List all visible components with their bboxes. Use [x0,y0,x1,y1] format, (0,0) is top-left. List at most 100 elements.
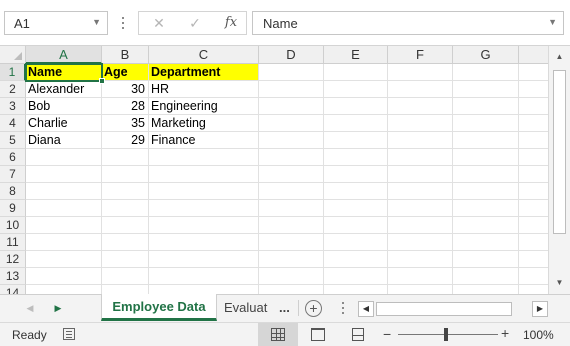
page-layout-view-button[interactable] [298,323,338,346]
tab-evaluation[interactable]: Evaluat ... [224,295,299,321]
cell-c2[interactable]: HR [149,81,259,98]
chevron-down-icon[interactable]: ▼ [548,17,557,27]
prev-sheet-icon[interactable]: ◀ [22,301,38,315]
grid-cell[interactable] [324,200,388,217]
row-header-6[interactable]: 6 [0,149,26,166]
grid-cell[interactable] [519,251,548,268]
grid-cell[interactable] [453,64,519,81]
enter-icon[interactable]: ✓ [183,14,207,32]
grid-cell[interactable] [324,183,388,200]
grid-cell[interactable] [453,132,519,149]
column-header-c[interactable]: C [149,46,259,64]
grid-cell[interactable] [519,268,548,285]
grid-cell[interactable] [149,183,259,200]
grid-cell[interactable] [324,285,388,294]
grid-cell[interactable] [324,132,388,149]
grid-cell[interactable] [102,251,149,268]
cell-c3[interactable]: Engineering [149,98,259,115]
grid-cell[interactable] [453,81,519,98]
cell-a5[interactable]: Diana [26,132,102,149]
grid-cell[interactable] [519,132,548,149]
column-header-e[interactable]: E [324,46,388,64]
grid-cell[interactable] [388,285,453,294]
grid-cell[interactable] [26,149,102,166]
grid-cell[interactable] [102,234,149,251]
page-break-preview-button[interactable] [338,323,378,346]
grid-cell[interactable] [259,98,324,115]
grid-cell[interactable] [453,115,519,132]
grid-cell[interactable] [102,268,149,285]
grid-cell[interactable] [324,64,388,81]
column-header-b[interactable]: B [102,46,149,64]
grid-cell[interactable] [388,132,453,149]
grid-cell[interactable] [26,200,102,217]
triangle-right-icon[interactable]: ▶ [532,301,548,317]
formula-bar-grip[interactable] [120,12,126,34]
grid-cell[interactable] [324,268,388,285]
grid-cell[interactable] [388,251,453,268]
grid-cell[interactable] [388,81,453,98]
name-box[interactable]: A1 ▼ [4,11,108,35]
row-header-10[interactable]: 10 [0,217,26,234]
cell-a4[interactable]: Charlie [26,115,102,132]
grid-cell[interactable] [519,81,548,98]
grid-cell[interactable] [26,285,102,294]
row-header-4[interactable]: 4 [0,115,26,132]
formula-content[interactable]: Name [263,16,298,31]
triangle-down-icon[interactable]: ▼ [549,274,570,292]
grid-cell[interactable] [26,183,102,200]
grid-cell[interactable] [453,217,519,234]
grid-cell[interactable] [453,268,519,285]
grid-cell[interactable] [149,285,259,294]
grid-cell[interactable] [259,268,324,285]
grid-cell[interactable] [102,183,149,200]
row-header-1[interactable]: 1 [0,64,26,81]
grid-cell[interactable] [26,166,102,183]
row-header-12[interactable]: 12 [0,251,26,268]
zoom-slider-track[interactable] [398,334,498,335]
worksheet-grid[interactable]: A B C D E F G 1 2 3 4 5 6 7 8 9 10 11 12… [0,46,548,294]
column-header-a[interactable]: A [26,46,102,64]
grid-cell[interactable] [259,115,324,132]
vertical-scrollbar[interactable]: ▲ ▼ [548,46,570,294]
grid-cell[interactable] [259,285,324,294]
grid-cell[interactable] [519,98,548,115]
cell-a2[interactable]: Alexander [26,81,102,98]
page-break-icon[interactable] [352,328,364,341]
cell-b4[interactable]: 35 [102,115,149,132]
next-sheet-icon[interactable]: ▶ [50,301,66,315]
zoom-out-button[interactable]: − [383,326,391,342]
grid-cell[interactable] [388,115,453,132]
grid-cell[interactable] [324,217,388,234]
normal-view-button[interactable] [258,323,298,346]
cell-b5[interactable]: 29 [102,132,149,149]
grid-cell[interactable] [453,285,519,294]
grid-cell[interactable] [259,166,324,183]
grid-cell[interactable] [259,81,324,98]
row-header-14[interactable]: 14 [0,285,26,294]
grid-cell[interactable] [324,115,388,132]
grid-cell[interactable] [324,251,388,268]
grid-cell[interactable] [149,268,259,285]
cell-a3[interactable]: Bob [26,98,102,115]
grid-cell[interactable] [149,166,259,183]
cell-b2[interactable]: 30 [102,81,149,98]
grid-cell[interactable] [453,200,519,217]
grid-cell[interactable] [259,64,324,81]
more-sheets-label[interactable]: ... [279,295,290,321]
cell-c5[interactable]: Finance [149,132,259,149]
insert-function-icon[interactable]: fx [219,14,243,32]
zoom-level[interactable]: 100% [523,328,554,342]
horizontal-scroll-thumb[interactable] [376,302,512,316]
grid-cell[interactable] [149,251,259,268]
grid-cell[interactable] [453,183,519,200]
select-all-button[interactable] [0,46,26,64]
grid-cell[interactable] [453,166,519,183]
grid-cell[interactable] [388,200,453,217]
grid-cell[interactable] [324,166,388,183]
cell-a1[interactable]: Name [26,64,102,81]
cancel-icon[interactable]: ✕ [147,14,171,32]
row-header-3[interactable]: 3 [0,98,26,115]
cell-c4[interactable]: Marketing [149,115,259,132]
grid-cell[interactable] [324,234,388,251]
